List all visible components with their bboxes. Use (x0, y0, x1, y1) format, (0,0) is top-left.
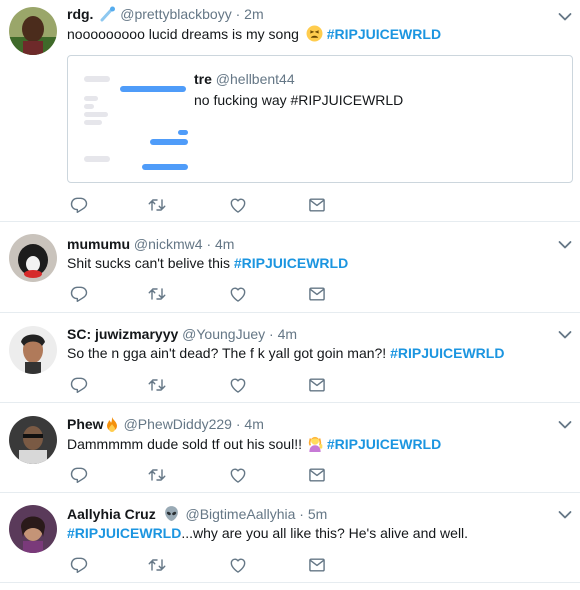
tweet-text: So the n gga ain't dead? The f k yall go… (67, 344, 504, 362)
direct-message-icon[interactable] (307, 555, 327, 575)
chevron-down-icon[interactable] (558, 420, 572, 430)
alien-emoji (164, 506, 178, 521)
display-name[interactable]: Aallyhia Cruz (67, 506, 156, 522)
tweet-header: mumumu @nickmw4 · 4m (67, 235, 234, 253)
direct-message-icon[interactable] (307, 465, 327, 485)
retweet-icon[interactable] (147, 284, 167, 304)
handle[interactable]: @prettyblackboyy (120, 6, 231, 22)
tweet[interactable]: mumumu @nickmw4 · 4m Shit sucks can't be… (0, 222, 580, 313)
timestamp[interactable]: · 5m (299, 506, 327, 522)
hashtag-link[interactable]: #RIPJUICEWRLD (327, 436, 441, 452)
hashtag-link[interactable]: #RIPJUICEWRLD (390, 345, 504, 361)
timestamp[interactable]: · 2m (236, 6, 264, 22)
display-name[interactable]: rdg. (67, 6, 93, 22)
tweet-actions (67, 465, 347, 485)
direct-message-icon[interactable] (307, 195, 327, 215)
tweet-actions (67, 195, 347, 215)
tweet-header: SC: juwizmaryyy @YoungJuey · 4m (67, 325, 297, 343)
quoted-handle: @hellbent44 (215, 71, 295, 87)
like-icon[interactable] (228, 195, 248, 215)
reply-icon[interactable] (69, 284, 89, 304)
quoted-screenshot-image (80, 64, 190, 174)
fire-emoji (106, 417, 117, 432)
direct-message-icon[interactable] (307, 375, 327, 395)
direct-message-icon[interactable] (307, 284, 327, 304)
like-icon[interactable] (228, 555, 248, 575)
person-gesturing-emoji (308, 436, 323, 452)
chevron-down-icon[interactable] (558, 510, 572, 520)
retweet-icon[interactable] (147, 555, 167, 575)
display-name[interactable]: SC: juwizmaryyy (67, 326, 178, 342)
handle[interactable]: @nickmw4 (134, 236, 203, 252)
timestamp[interactable]: · 4m (236, 416, 264, 432)
tweet[interactable]: rdg. @prettyblackboyy · 2m nooooooooo lu… (0, 0, 580, 222)
display-name[interactable]: mumumu (67, 236, 130, 252)
quoted-text: no fucking way #RIPJUICEWRLD (194, 92, 404, 108)
avatar[interactable] (9, 505, 57, 553)
tweet[interactable]: SC: juwizmaryyy @YoungJuey · 4m So the n… (0, 313, 580, 403)
tweet-text-body: Dammmmm dude sold tf out his soul!! (67, 436, 306, 452)
chevron-down-icon[interactable] (558, 330, 572, 340)
tweet-text-body: So the n gga ain't dead? The f k yall go… (67, 345, 391, 361)
handle[interactable]: @BigtimeAallyhia (185, 506, 295, 522)
timestamp[interactable]: · 4m (269, 326, 297, 342)
reply-icon[interactable] (69, 195, 89, 215)
reply-icon[interactable] (69, 555, 89, 575)
tired-face-emoji (306, 25, 323, 42)
like-icon[interactable] (228, 375, 248, 395)
tweet-header: Aallyhia Cruz @BigtimeAallyhia · 5m (67, 505, 327, 523)
tweet-text: Shit sucks can't belive this #RIPJUICEWR… (67, 254, 348, 272)
hashtag-link[interactable]: #RIPJUICEWRLD (67, 525, 181, 541)
retweet-icon[interactable] (147, 465, 167, 485)
handle[interactable]: @PhewDiddy229 (124, 416, 232, 432)
chevron-down-icon[interactable] (558, 240, 572, 250)
quoted-header: tre @hellbent44 (194, 70, 295, 88)
tweet[interactable]: Aallyhia Cruz @BigtimeAallyhia · 5m #RIP… (0, 493, 580, 583)
chevron-down-icon[interactable] (558, 12, 572, 22)
tweet-header: Phew @PhewDiddy229 · 4m (67, 415, 264, 433)
tweet-text: nooooooooo lucid dreams is my song #RIPJ… (67, 25, 441, 43)
tweet-text: Dammmmm dude sold tf out his soul!! #RIP… (67, 434, 441, 453)
tweet-text-body: ...why are you all like this? He's alive… (181, 525, 469, 541)
comet-emoji (100, 6, 116, 22)
avatar[interactable] (9, 416, 57, 464)
reply-icon[interactable] (69, 375, 89, 395)
tweet[interactable]: Phew @PhewDiddy229 · 4m Dammmmm dude sold… (0, 403, 580, 493)
like-icon[interactable] (228, 284, 248, 304)
retweet-icon[interactable] (147, 195, 167, 215)
quoted-tweet[interactable]: tre @hellbent44 no fucking way #RIPJUICE… (67, 55, 573, 183)
tweet-actions (67, 375, 347, 395)
tweet-actions (67, 284, 347, 304)
display-name[interactable]: Phew (67, 416, 104, 432)
avatar[interactable] (9, 326, 57, 374)
retweet-icon[interactable] (147, 375, 167, 395)
tweet-text: #RIPJUICEWRLD...why are you all like thi… (67, 524, 468, 542)
hashtag-link[interactable]: #RIPJUICEWRLD (327, 26, 441, 42)
tweet-header: rdg. @prettyblackboyy · 2m (67, 5, 264, 23)
timestamp[interactable]: · 4m (206, 236, 234, 252)
hashtag-link[interactable]: #RIPJUICEWRLD (234, 255, 348, 271)
tweet-text-body: nooooooooo lucid dreams is my song (67, 26, 303, 42)
tweet-actions (67, 555, 347, 575)
reply-icon[interactable] (69, 465, 89, 485)
quoted-display-name: tre (194, 71, 212, 87)
avatar[interactable] (9, 234, 57, 282)
like-icon[interactable] (228, 465, 248, 485)
tweet-text-body: Shit sucks can't belive this (67, 255, 234, 271)
handle[interactable]: @YoungJuey (182, 326, 265, 342)
avatar[interactable] (9, 7, 57, 55)
